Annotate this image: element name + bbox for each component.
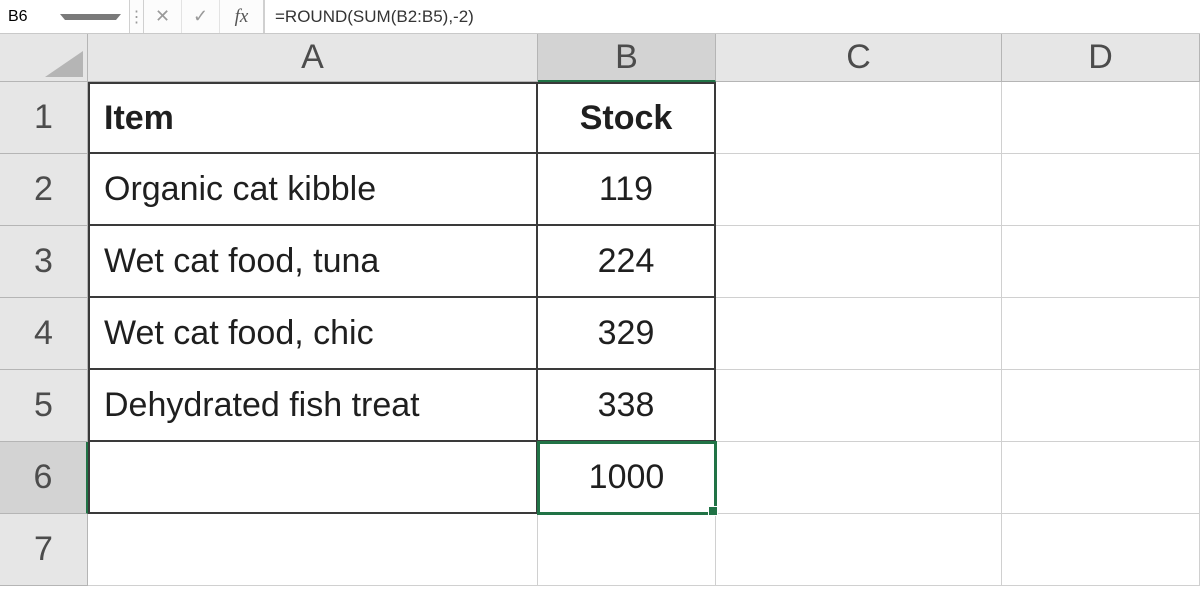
cell-A5[interactable]: Dehydrated fish treat — [88, 370, 538, 442]
column-headers: A B C D — [0, 34, 1200, 82]
row-header-3[interactable]: 3 — [0, 226, 88, 298]
fx-icon: fx — [235, 6, 249, 28]
cell-B5[interactable]: 338 — [538, 370, 716, 442]
cell-C7[interactable] — [716, 514, 1002, 586]
row-header-7[interactable]: 7 — [0, 514, 88, 586]
row-4: 4 Wet cat food, chic 329 — [0, 298, 1200, 370]
cell-A7[interactable] — [88, 514, 538, 586]
cell-B2[interactable]: 119 — [538, 154, 716, 226]
cell-D1[interactable] — [1002, 82, 1200, 154]
chevron-down-icon[interactable] — [60, 14, 122, 20]
enter-formula-button[interactable]: ✓ — [182, 0, 220, 33]
cell-A3[interactable]: Wet cat food, tuna — [88, 226, 538, 298]
cell-B6[interactable]: 1000 — [538, 442, 716, 514]
row-header-2[interactable]: 2 — [0, 154, 88, 226]
row-header-4[interactable]: 4 — [0, 298, 88, 370]
cell-B3[interactable]: 224 — [538, 226, 716, 298]
cell-C5[interactable] — [716, 370, 1002, 442]
cell-D3[interactable] — [1002, 226, 1200, 298]
cell-C6[interactable] — [716, 442, 1002, 514]
formula-bar-grip-icon: ⋮ — [130, 0, 144, 33]
row-header-6[interactable]: 6 — [0, 442, 88, 514]
cell-A6[interactable] — [88, 442, 538, 514]
row-header-1[interactable]: 1 — [0, 82, 88, 154]
cell-C4[interactable] — [716, 298, 1002, 370]
cell-C1[interactable] — [716, 82, 1002, 154]
cell-B4[interactable]: 329 — [538, 298, 716, 370]
cell-C3[interactable] — [716, 226, 1002, 298]
rows: 1 Item Stock 2 Organic cat kibble 119 3 … — [0, 82, 1200, 586]
formula-bar: B6 ⋮ ✕ ✓ fx =ROUND(SUM(B2:B5),-2) — [0, 0, 1200, 34]
formula-text: =ROUND(SUM(B2:B5),-2) — [275, 7, 474, 27]
cancel-formula-button[interactable]: ✕ — [144, 0, 182, 33]
cell-C2[interactable] — [716, 154, 1002, 226]
row-1: 1 Item Stock — [0, 82, 1200, 154]
check-icon: ✓ — [193, 6, 208, 27]
row-7: 7 — [0, 514, 1200, 586]
cell-D5[interactable] — [1002, 370, 1200, 442]
worksheet[interactable]: A B C D 1 Item Stock 2 Organic cat kibbl… — [0, 34, 1200, 600]
row-header-5[interactable]: 5 — [0, 370, 88, 442]
cell-D4[interactable] — [1002, 298, 1200, 370]
select-all-triangle[interactable] — [0, 34, 88, 82]
cell-B7[interactable] — [538, 514, 716, 586]
cell-A1[interactable]: Item — [88, 82, 538, 154]
name-box[interactable]: B6 — [0, 0, 130, 33]
column-header-D[interactable]: D — [1002, 34, 1200, 82]
formula-input[interactable]: =ROUND(SUM(B2:B5),-2) — [264, 0, 1200, 33]
cell-A4[interactable]: Wet cat food, chic — [88, 298, 538, 370]
name-box-value: B6 — [8, 8, 60, 26]
column-header-C[interactable]: C — [716, 34, 1002, 82]
cell-D2[interactable] — [1002, 154, 1200, 226]
cell-D6[interactable] — [1002, 442, 1200, 514]
row-2: 2 Organic cat kibble 119 — [0, 154, 1200, 226]
column-header-A[interactable]: A — [88, 34, 538, 82]
row-5: 5 Dehydrated fish treat 338 — [0, 370, 1200, 442]
cell-D7[interactable] — [1002, 514, 1200, 586]
row-6: 6 1000 — [0, 442, 1200, 514]
column-header-B[interactable]: B — [538, 34, 716, 82]
x-icon: ✕ — [155, 6, 170, 27]
cell-B1[interactable]: Stock — [538, 82, 716, 154]
insert-function-button[interactable]: fx — [220, 0, 264, 33]
row-3: 3 Wet cat food, tuna 224 — [0, 226, 1200, 298]
cell-A2[interactable]: Organic cat kibble — [88, 154, 538, 226]
